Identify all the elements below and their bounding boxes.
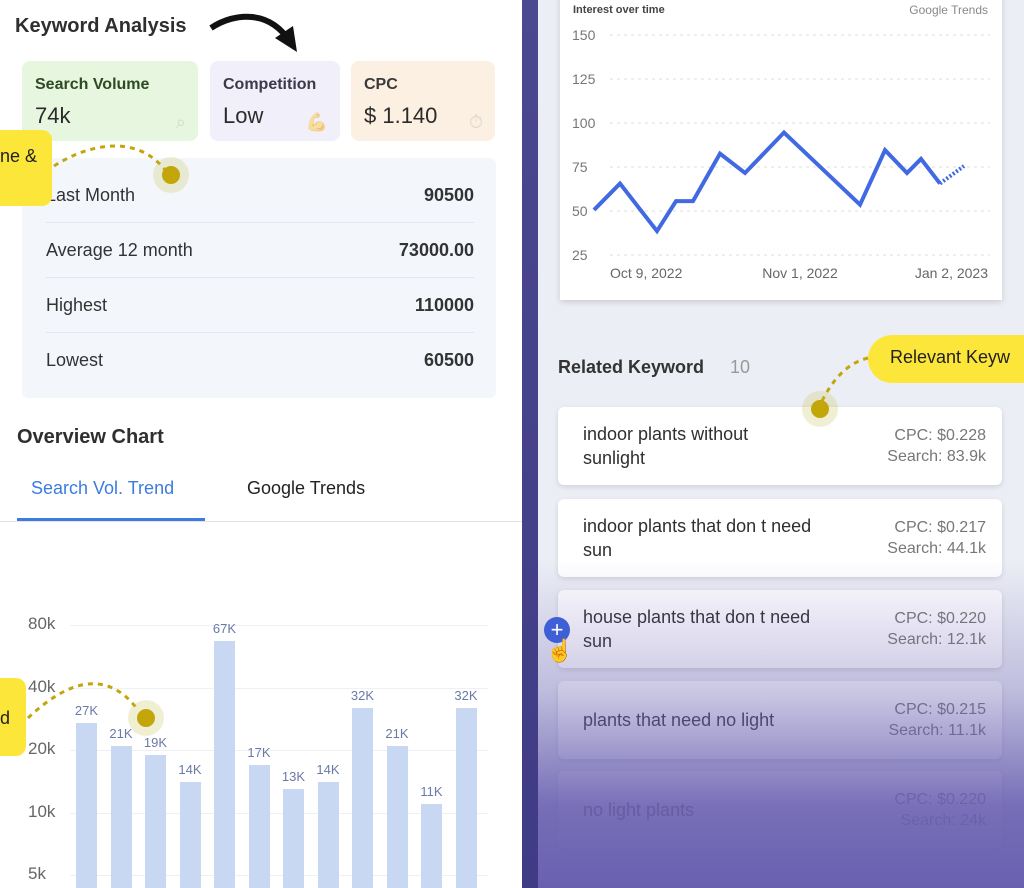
y-tick-label: 50 bbox=[572, 203, 588, 219]
keyword-cpc: CPC: $0.217 bbox=[894, 519, 986, 536]
keyword-cpc: CPC: $0.228 bbox=[894, 427, 986, 444]
bar bbox=[214, 640, 235, 888]
hand-cursor-icon: ☝ bbox=[546, 638, 574, 663]
fade-overlay bbox=[522, 560, 1024, 888]
y-tick-label: 10k bbox=[28, 801, 56, 821]
callout-dot bbox=[137, 709, 155, 727]
bar bbox=[317, 782, 339, 888]
related-keyword-item[interactable]: indoor plants without sunlight CPC: $0.2… bbox=[558, 407, 1002, 485]
purple-edge bbox=[522, 0, 538, 888]
bar-label: 21K bbox=[385, 725, 409, 741]
keyword-text: indoor plants without sunlight bbox=[583, 424, 749, 468]
volume-callout: ne & bbox=[0, 130, 52, 206]
y-tick-label: 5k bbox=[28, 864, 46, 883]
callout-connector bbox=[53, 144, 170, 175]
y-tick-label: 80k bbox=[28, 614, 56, 633]
x-tick-label: Nov 1, 2022 bbox=[762, 265, 838, 281]
bar bbox=[110, 745, 132, 888]
partial-line bbox=[938, 164, 966, 186]
bar bbox=[145, 754, 166, 888]
y-tick-label: 75 bbox=[572, 159, 588, 175]
bar bbox=[352, 707, 373, 888]
search-volume-bar-chart: 80k 40k 20k 10k 5k 27K 21K 19K 14K 67K 17K 13K 14K 32… bbox=[0, 0, 522, 888]
interest-line bbox=[592, 129, 942, 235]
bar bbox=[248, 764, 270, 888]
y-tick-label: 125 bbox=[572, 71, 596, 87]
bar bbox=[283, 788, 304, 888]
y-tick-label: 150 bbox=[572, 27, 596, 43]
bar-label: 32K bbox=[350, 687, 375, 703]
callout-dot bbox=[162, 166, 180, 184]
bar-label: 17K bbox=[247, 744, 271, 760]
keyword-text: indoor plants that don t need sun bbox=[583, 516, 812, 560]
bar bbox=[455, 707, 477, 888]
callout-connector bbox=[26, 682, 140, 720]
bar-label: 14K bbox=[316, 762, 340, 778]
bar-label: 19K bbox=[143, 734, 168, 750]
y-tick-label: 100 bbox=[572, 115, 596, 131]
y-tick-label: 20k bbox=[28, 739, 56, 758]
keyword-analysis-panel: Keyword Analysis Search Volume 74k ⌕ Com… bbox=[0, 0, 522, 888]
keyword-search: Search: 44.1k bbox=[887, 540, 986, 557]
google-trends-card: Interest over time Google Trends 150 125 1… bbox=[560, 0, 1002, 300]
relevant-keyword-callout: Relevant Keyw bbox=[868, 335, 1024, 383]
bar bbox=[76, 722, 97, 888]
bar-label: 11K bbox=[420, 783, 443, 799]
interest-line-chart: 150 125 100 75 50 25 Oct 9, 2022 Nov 1, 2022 Jan… bbox=[572, 27, 990, 281]
bar-label: 67K bbox=[212, 620, 237, 636]
bar bbox=[179, 782, 201, 888]
callout-dot bbox=[811, 400, 829, 418]
x-tick-label: Jan 2, 2023 bbox=[915, 265, 988, 281]
grid-line bbox=[70, 625, 488, 626]
x-tick-label: Oct 9, 2022 bbox=[610, 265, 683, 281]
grid-line bbox=[70, 750, 488, 751]
bar-label: 32K bbox=[454, 687, 478, 703]
bar-label: 14K bbox=[178, 762, 202, 778]
bar bbox=[386, 745, 408, 888]
related-title: Related Keyword bbox=[558, 357, 705, 377]
y-tick-label: 25 bbox=[572, 247, 588, 263]
trend-callout: d bbox=[0, 678, 26, 756]
bar bbox=[421, 803, 442, 888]
right-panel: Interest over time Google Trends 150 125 1… bbox=[522, 0, 1024, 888]
related-count: 10 bbox=[730, 357, 751, 377]
keyword-search: Search: 83.9k bbox=[887, 448, 986, 465]
